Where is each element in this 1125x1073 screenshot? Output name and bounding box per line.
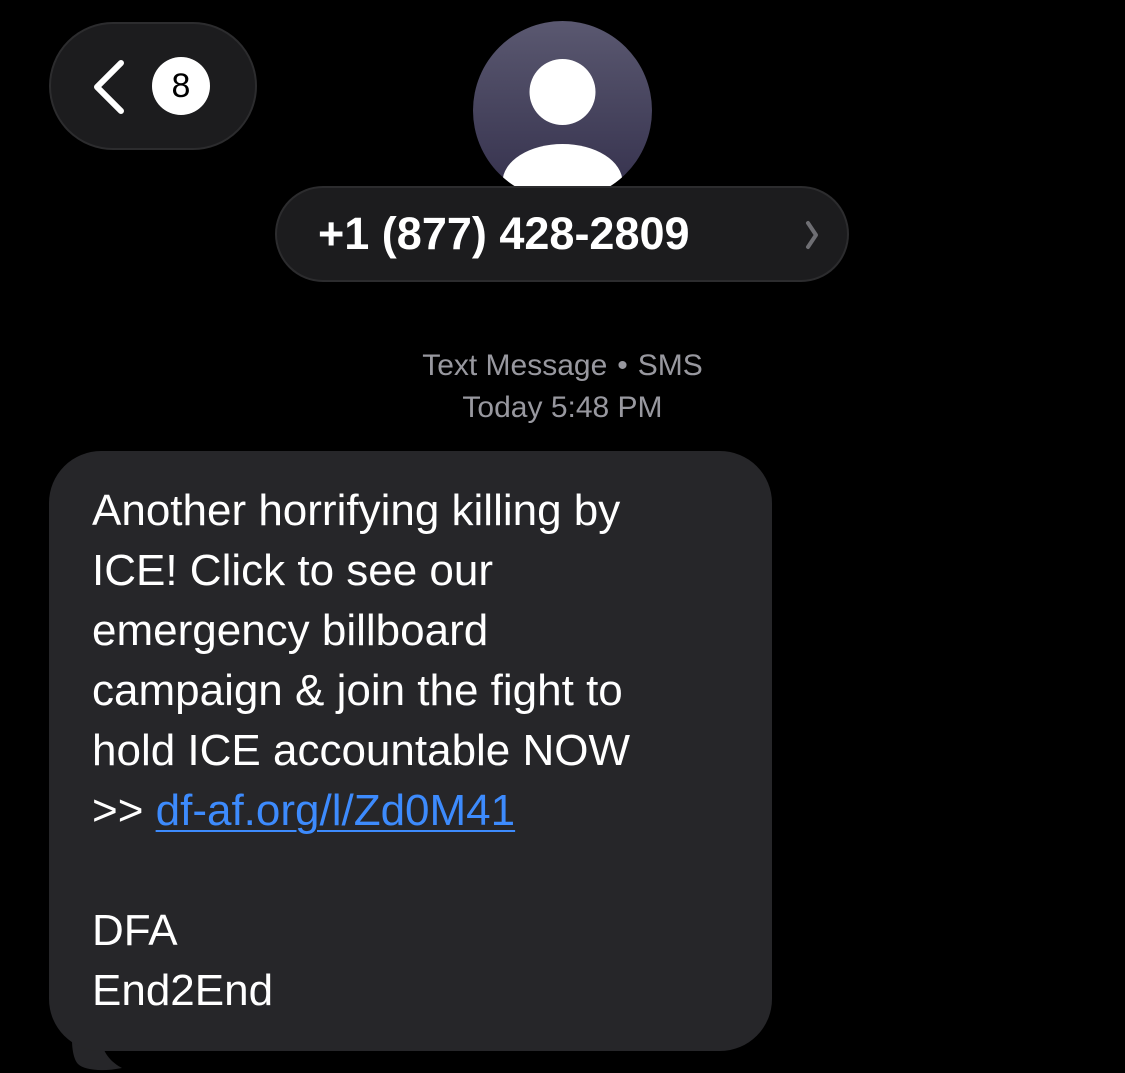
message-link-line: >> df-af.org/l/Zd0M41 <box>92 781 742 841</box>
incoming-message-bubble[interactable]: Another horrifying killing by ICE! Click… <box>49 451 772 1051</box>
contact-avatar[interactable] <box>473 21 652 200</box>
thread-timestamp: Today 5:48 PM <box>0 391 1125 425</box>
chevron-right-icon <box>806 221 818 249</box>
message-link[interactable]: df-af.org/l/Zd0M41 <box>156 786 516 835</box>
person-silhouette-icon <box>502 59 623 200</box>
link-prefix: >> <box>92 786 156 835</box>
unread-count-badge: 8 <box>152 57 210 115</box>
message-line: ICE! Click to see our <box>92 546 494 595</box>
message-line: Another horrifying killing by <box>92 486 621 535</box>
back-button[interactable]: 8 <box>49 22 257 150</box>
contact-phone-number: +1 (877) 428-2809 <box>318 208 690 259</box>
contact-details-button[interactable]: +1 (877) 428-2809 <box>275 186 849 282</box>
service-type: Text Message <box>422 349 608 382</box>
timestamp-day: Today <box>462 391 543 424</box>
protocol-label: SMS <box>637 349 703 382</box>
timestamp-time: 5:48 PM <box>550 391 663 424</box>
message-signature-line: DFA <box>92 906 178 955</box>
message-line: campaign & join the fight to <box>92 666 623 715</box>
chevron-left-icon <box>94 60 124 114</box>
thread-service-label: Text Message • SMS <box>0 349 1125 383</box>
meta-separator: • <box>617 349 628 382</box>
message-line: hold ICE accountable NOW <box>92 726 631 775</box>
message-signature-line: End2End <box>92 966 274 1015</box>
message-line: emergency billboard <box>92 606 489 655</box>
